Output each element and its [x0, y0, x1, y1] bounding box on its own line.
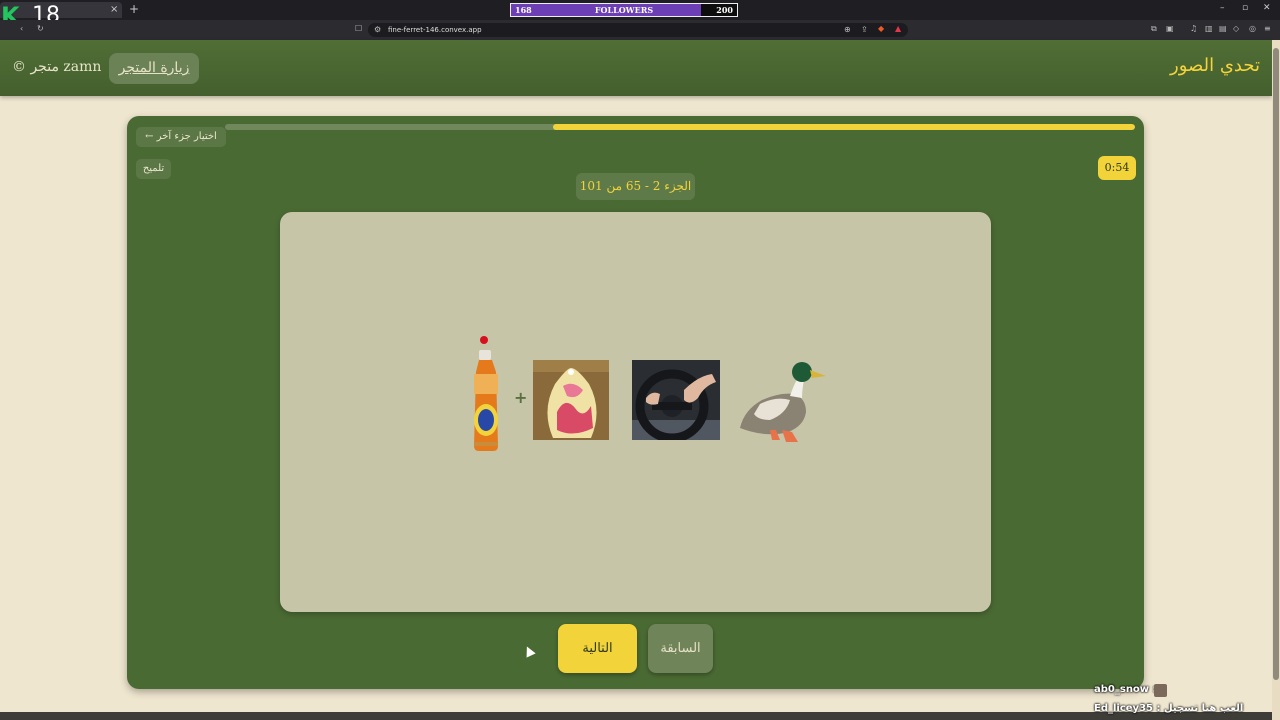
maximize-icon[interactable]: ▫ [1242, 3, 1248, 13]
chat-message: ab0_snow : [1094, 684, 1157, 695]
site-info-icon[interactable]: ⚙ [374, 25, 381, 34]
followers-goal-bar: 168 FOLLOWERS 200 [510, 3, 738, 17]
app-header: تحدي الصور زيارة المتجر © متجر zamn [0, 40, 1272, 96]
close-window-icon[interactable]: ✕ [1263, 3, 1271, 13]
hint-button[interactable]: تلميح [136, 159, 171, 179]
colorful-bag-image [533, 360, 609, 440]
share-icon[interactable]: ⇪ [861, 25, 868, 34]
scroll-thumb[interactable] [1273, 48, 1279, 680]
media-icon[interactable]: ♫ [1190, 24, 1197, 33]
reload-icon[interactable]: ↻ [37, 24, 44, 33]
timer-badge: 0:54 [1098, 156, 1136, 180]
progress-bar [225, 124, 1135, 130]
followers-goal: 200 [716, 5, 733, 15]
progress-fill [552, 124, 1135, 130]
tab-close-icon[interactable]: × [110, 4, 118, 15]
browser-tab-bar: × + 168 FOLLOWERS 200 – ▫ ✕ [0, 0, 1280, 20]
new-tab-icon[interactable]: + [129, 2, 139, 16]
plus-icon: + [514, 388, 528, 407]
bookmark-icon[interactable]: ☐ [355, 24, 362, 33]
game-card: ← اختيار جزء آخر تلميح 0:54 الجزء 2 - 65… [127, 116, 1144, 689]
chat-message: Ed_licey35 : العب هنا تسجيل [1094, 703, 1244, 714]
back-icon[interactable]: ‹ [20, 24, 23, 33]
extensions-icon-2[interactable]: ▣ [1166, 24, 1174, 33]
url-text: fine-ferret-146.convex.app [388, 26, 482, 34]
next-button[interactable]: التالية [558, 624, 637, 673]
brave-rewards-icon[interactable]: ▲ [895, 24, 901, 33]
extensions-icon[interactable]: ⧉ [1151, 24, 1157, 34]
menu-icon[interactable]: ≡ [1264, 24, 1271, 33]
minimize-icon[interactable]: – [1220, 3, 1225, 13]
wallet-icon[interactable]: ▤ [1219, 24, 1227, 33]
duck-image [740, 362, 826, 442]
zoom-icon[interactable]: ⊕ [844, 25, 851, 34]
url-input[interactable]: ⚙ fine-ferret-146.convex.app ⊕ ⇪ ◆ ▲ [368, 23, 908, 37]
copyright-text: © متجر zamn [12, 59, 102, 75]
change-part-button[interactable]: ← اختيار جزء آخر [136, 127, 226, 147]
browser-address-bar: ‹ ↻ ☐ ⚙ fine-ferret-146.convex.app ⊕ ⇪ ◆… [0, 20, 1280, 40]
vpn-icon[interactable]: ◇ [1233, 24, 1239, 33]
juice-bottle-image [474, 336, 498, 451]
followers-label: FOLLOWERS [594, 5, 654, 15]
bottom-strip [0, 712, 1272, 720]
visit-store-button[interactable]: زيارة المتجر [109, 53, 199, 84]
part-counter: الجزء 2 - 65 من 101 [576, 173, 695, 200]
sidebar-icon[interactable]: ▥ [1205, 24, 1213, 33]
page-scrollbar[interactable] [1272, 40, 1280, 720]
site-title[interactable]: تحدي الصور [1170, 55, 1260, 76]
brave-shield-icon[interactable]: ◆ [878, 24, 884, 33]
previous-button[interactable]: السابقة [648, 624, 713, 673]
chat-avatar [1154, 684, 1167, 697]
steering-wheel-image [632, 360, 720, 440]
puzzle-area: + [280, 212, 991, 612]
leo-icon[interactable]: ◎ [1249, 24, 1256, 33]
